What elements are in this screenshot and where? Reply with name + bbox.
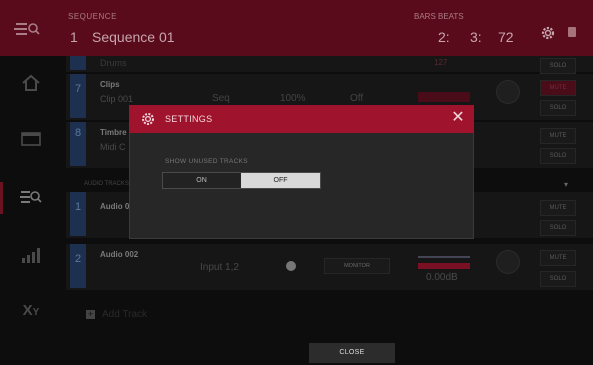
settings-gear-icon[interactable]	[540, 25, 556, 41]
track-number-1: 1	[70, 192, 86, 236]
pan-knob-2[interactable]	[496, 250, 520, 274]
toggle-on-option[interactable]: ON	[163, 173, 240, 188]
track-name-timbre: Timbre	[100, 128, 127, 137]
track-volume-db: 0.00dB	[426, 272, 458, 283]
track-color-box	[70, 56, 86, 70]
sequence-label: SEQUENCE	[68, 12, 117, 21]
solo-button[interactable]: SOLO	[540, 148, 576, 164]
tracks-icon[interactable]	[20, 186, 42, 208]
gear-icon	[141, 112, 155, 126]
bottom-bar	[0, 340, 593, 365]
add-track-label[interactable]: Add Track	[102, 309, 147, 320]
track-row-drums[interactable]	[66, 56, 593, 72]
record-arm-button[interactable]	[286, 261, 296, 271]
track-list-icon[interactable]	[14, 20, 40, 38]
track-percent-value: 100%	[280, 93, 306, 104]
mute-button[interactable]: MUTE	[540, 250, 576, 266]
track-level-meter-top	[418, 256, 470, 258]
levels-icon[interactable]	[20, 244, 42, 266]
solo-button[interactable]: SOLO	[540, 58, 576, 74]
position-ticks: 72	[498, 29, 514, 45]
sequence-number: 1	[70, 29, 78, 45]
position-beats: 3:	[470, 29, 482, 45]
track-name-drums: Drums	[100, 58, 127, 68]
solo-button[interactable]: SOLO	[540, 220, 576, 236]
dialog-title: SETTINGS	[165, 114, 213, 124]
xy-icon[interactable]: XY	[20, 302, 42, 324]
track-seq-value: Seq	[212, 93, 230, 104]
rail-selection-indicator	[0, 182, 3, 214]
track-off-value: Off	[350, 93, 364, 104]
track-number-2: 2	[70, 244, 86, 288]
solo-button[interactable]: SOLO	[540, 271, 576, 287]
track-level-meter	[418, 92, 470, 102]
mute-button[interactable]: MUTE	[540, 200, 576, 216]
record-indicator	[568, 27, 576, 37]
position-label: BARS BEATS	[414, 12, 464, 21]
track-name-clips: Clips	[100, 80, 120, 89]
track-level-meter-2	[418, 263, 470, 269]
top-bar	[0, 0, 593, 56]
close-button[interactable]: CLOSE	[309, 343, 395, 363]
track-velocity-value: 127	[434, 58, 448, 67]
track-number-7: 7	[70, 74, 86, 118]
sequence-name[interactable]: Sequence 01	[92, 29, 175, 45]
track-name-audio-002: Audio 002	[100, 250, 139, 259]
mute-button[interactable]: MUTE	[540, 80, 576, 96]
track-number-8: 8	[70, 122, 86, 166]
solo-button[interactable]: SOLO	[540, 100, 576, 116]
home-icon[interactable]	[20, 72, 42, 94]
section-audio-tracks: AUDIO TRACKS	[84, 181, 129, 187]
toggle-off-option[interactable]: OFF	[241, 173, 320, 188]
track-clip-name: Clip 001	[100, 94, 134, 104]
track-input-value: Input 1,2	[200, 262, 239, 273]
track-midi-channel: Midi C	[100, 142, 126, 152]
position-bars: 2:	[438, 29, 450, 45]
close-icon[interactable]: ✕	[451, 110, 465, 126]
show-unused-tracks-label: SHOW UNUSED TRACKS	[165, 158, 248, 165]
mixer-icon[interactable]	[20, 128, 42, 150]
add-track-icon[interactable]: +	[86, 310, 95, 319]
pan-knob[interactable]	[496, 80, 520, 104]
chevron-down-icon[interactable]: ▾	[564, 180, 568, 189]
monitor-button[interactable]: MONITOR	[324, 258, 390, 274]
mute-button[interactable]: MUTE	[540, 128, 576, 144]
